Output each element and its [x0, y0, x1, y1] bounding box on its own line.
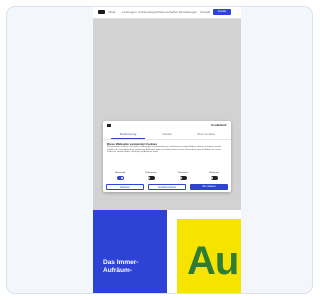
- tab-zustimmung[interactable]: Zustimmung: [113, 132, 143, 137]
- toggle-label: Präferenzen: [145, 172, 157, 174]
- toggle-switch[interactable]: [116, 176, 124, 180]
- toggle-label: Notwendig: [114, 172, 126, 174]
- website-screenshot: Inhalt Leistungen Anwendungen Partnersch…: [93, 7, 241, 293]
- hero-right-panel: Au: [167, 210, 241, 293]
- toggle-marketing: Marketing: [204, 172, 224, 180]
- hero-headline: Das Immer-Aufräum-: [103, 259, 139, 274]
- nav-item-anwendungen[interactable]: Anwendungen: [138, 10, 157, 14]
- hero-blue-panel: Das Immer-Aufräum-: [93, 210, 167, 293]
- allow-all-button[interactable]: Alle zulassen: [190, 184, 228, 190]
- nav-item-einstellungen[interactable]: Einstellungen: [179, 10, 197, 14]
- toggle-label: Statistiken: [177, 172, 189, 174]
- consent-toggles: Notwendig Präferenzen Statistiken Market…: [103, 172, 231, 182]
- toggle-statistiken: Statistiken: [173, 172, 193, 180]
- active-tab-indicator: [111, 138, 145, 139]
- preview-card: Inhalt Leistungen Anwendungen Partnersch…: [6, 6, 313, 294]
- site-navbar: Inhalt Leistungen Anwendungen Partnersch…: [93, 7, 241, 19]
- nav-item-partnerschaften[interactable]: Partnerschaften: [157, 10, 178, 14]
- toggle-switch[interactable]: [147, 176, 155, 180]
- toggle-switch[interactable]: [179, 176, 187, 180]
- nav-cta-button[interactable]: Kontakt: [213, 9, 231, 15]
- nav-item-kontakt[interactable]: Kontakt: [200, 10, 210, 14]
- cookiebot-logo: Cookiebot: [211, 123, 226, 127]
- allow-selection-button[interactable]: Auswahl erlauben: [148, 184, 186, 190]
- consent-buttons: Ablehnen Auswahl erlauben Alle zulassen: [106, 184, 228, 190]
- nav-item-leistungen[interactable]: Leistungen: [122, 10, 137, 14]
- toggle-notwendig: Notwendig: [110, 172, 130, 180]
- toggle-switch[interactable]: [210, 176, 218, 180]
- tab-details[interactable]: Details: [152, 132, 182, 137]
- site-brand-icon: [107, 124, 111, 127]
- toggle-praeferenzen: Präferenzen: [141, 172, 161, 180]
- hero-big-text: Au: [187, 239, 239, 283]
- hero-yellow-image: Au: [177, 219, 241, 293]
- close-icon[interactable]: ×: [225, 123, 227, 127]
- site-logo[interactable]: [98, 10, 105, 14]
- deny-button[interactable]: Ablehnen: [106, 184, 144, 190]
- consent-body-text: Wir verwenden Cookies, um Inhalte und An…: [107, 146, 221, 154]
- cookie-consent-dialog: Cookiebot × Zustimmung Details Über Cook…: [103, 121, 231, 192]
- tab-ueber-cookies[interactable]: Über Cookies: [191, 132, 221, 137]
- toggle-label: Marketing: [209, 172, 219, 174]
- consent-tabs: Zustimmung Details Über Cookies: [103, 131, 231, 140]
- nav-item-inhalt[interactable]: Inhalt: [108, 10, 115, 14]
